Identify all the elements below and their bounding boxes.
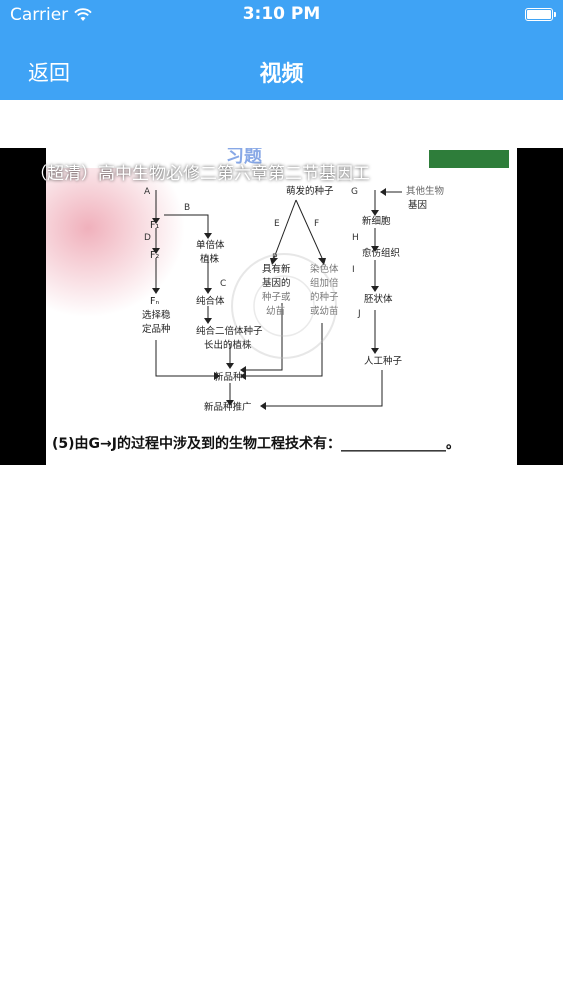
label-e: E [274,219,280,229]
slide-question: (5)由G→J的过程中涉及到的生物工程技术有：_______________。 [52,436,460,452]
app-screen: Carrier 3:10 PM 返回 视频 习题 A B C D E F G H… [0,0,563,1000]
label-i: I [352,265,355,275]
battery-icon [525,8,556,21]
label-h: H [352,233,359,243]
node-embryoid: 胚状体 [364,293,393,305]
node-new-cell: 新细胞 [362,215,391,227]
node-f1: F₁ [150,220,159,231]
node-new-gene-2: 基因的 [262,277,291,289]
lecture-slide: 习题 A B C D E F G H I J P 萌发的种子 F₁ F₂ Fₙ … [46,148,517,465]
node-haploid-2: 植株 [200,253,220,265]
label-c: C [220,279,226,289]
node-f2: F₂ [150,250,159,261]
node-pure: 纯合体 [196,295,225,307]
breeding-diagram: 习题 A B C D E F G H I J P 萌发的种子 F₁ F₂ Fₙ … [142,148,445,413]
node-other-gene-2: 基因 [408,199,427,211]
node-select-2: 定品种 [142,323,171,335]
node-artificial-seed: 人工种子 [364,355,403,367]
label-b: B [184,203,190,213]
status-time: 3:10 PM [242,4,321,24]
node-new-variety: 新品种 [214,371,243,383]
node-seed-source: 萌发的种子 [286,185,334,197]
node-callus: 愈伤组织 [362,247,400,259]
node-new-gene-4: 幼苗 [266,305,285,317]
node-pure-seed-1: 纯合二倍体种子 [196,325,263,337]
page-title: 视频 [259,62,304,87]
label-f: F [314,219,319,229]
video-player[interactable]: 习题 A B C D E F G H I J P 萌发的种子 F₁ F₂ Fₙ … [0,148,563,465]
label-a: A [144,187,151,197]
label-d: D [144,233,151,243]
status-bar: Carrier 3:10 PM [0,0,563,30]
navigation-bar: 返回 视频 [0,40,563,100]
node-fn: Fₙ [150,296,159,307]
node-other-gene-1: 其他生物 [406,185,445,197]
node-haploid-1: 单倍体 [196,239,225,251]
top-bar: Carrier 3:10 PM 返回 视频 [0,0,563,100]
node-promote: 新品种推广 [204,401,252,413]
node-new-gene-3: 种子或 [262,291,291,303]
label-g: G [351,187,358,197]
node-chromo-2: 组加倍 [310,277,339,289]
video-title: （超清）高中生物必修二第六章第二节基因工 [30,164,370,184]
node-select-1: 选择稳 [142,309,171,321]
node-new-gene-1: 具有新 [262,263,291,275]
label-j: J [357,309,361,319]
